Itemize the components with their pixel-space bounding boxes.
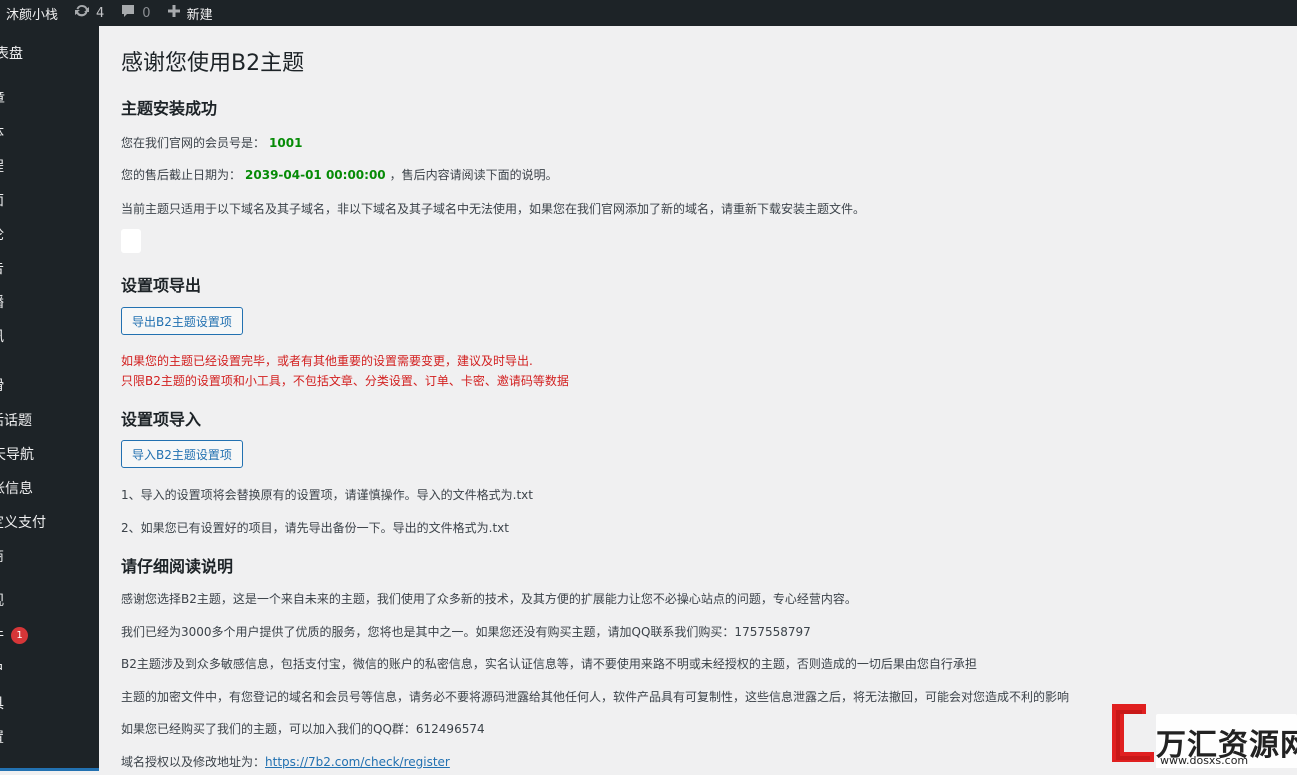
plugins-update-badge: 1 bbox=[11, 627, 28, 644]
sidebar-item-navigation[interactable]: 天导航 bbox=[0, 443, 99, 467]
updates-count: 4 bbox=[96, 5, 105, 21]
site-watermark: 万汇资源网 www.dosxs.com bbox=[1110, 696, 1297, 771]
sidebar-item-users[interactable]: 户 bbox=[0, 658, 99, 682]
readme-p2: 我们已经为3000多个用户提供了优质的服务，您将也是其中之一。如果您还没有购买主… bbox=[121, 625, 811, 639]
comments-count: 0 bbox=[142, 5, 151, 21]
domain-list-box bbox=[121, 229, 141, 253]
sidebar-item-3[interactable]: 程 bbox=[0, 155, 99, 179]
site-name: 沐颜小栈 bbox=[6, 7, 59, 23]
plus-icon bbox=[167, 4, 181, 22]
sidebar-item-7[interactable]: 播 bbox=[0, 291, 99, 315]
import-note-2: 2、如果您已有设置好的项目，请先导出备份一下。导出的文件格式为.txt bbox=[121, 521, 509, 535]
page-title: 感谢您使用B2主题 bbox=[121, 51, 305, 76]
register-link[interactable]: https://7b2.com/check/register bbox=[265, 755, 450, 769]
expire-line: 您的售后截止日期为： 2039-04-01 00:00:00 ，售后内容请阅读下面的… bbox=[121, 168, 558, 182]
sidebar-item-account-info[interactable]: 帐信息 bbox=[0, 477, 99, 501]
sidebar-item-tools[interactable]: 具 bbox=[0, 692, 99, 716]
new-label: 新建 bbox=[186, 7, 213, 23]
sidebar-item-settings[interactable]: 置 bbox=[0, 726, 99, 750]
member-id-line: 您在我们官网的会员号是： 1001 bbox=[121, 136, 303, 150]
refresh-icon bbox=[74, 3, 90, 23]
sidebar-item-plugins[interactable]: 件 1 bbox=[0, 624, 99, 648]
site-name-link[interactable]: 沐颜小栈 bbox=[0, 0, 66, 26]
export-warning-2: 只限B2主题的设置项和小工具，不包括文章、分类设置、订单、卡密、邀请码等数据 bbox=[121, 374, 569, 388]
sidebar-item-8[interactable]: 讯 bbox=[0, 325, 99, 349]
sidebar-item-6[interactable]: 告 bbox=[0, 257, 99, 281]
install-heading: 主题安装成功 bbox=[121, 99, 218, 118]
import-note-1: 1、导入的设置项将会替换原有的设置项，请谨慎操作。导入的文件格式为.txt bbox=[121, 488, 533, 502]
sidebar-item-comments[interactable]: 论 bbox=[0, 223, 99, 247]
readme-p5: 如果您已经购买了我们的主题，可以加入我们的QQ群：612496574 bbox=[121, 722, 485, 736]
sidebar-item-topics[interactable]: 活话题 bbox=[0, 409, 99, 433]
sidebar-item-14[interactable]: 商 bbox=[0, 545, 99, 569]
watermark-url: www.dosxs.com bbox=[1160, 754, 1249, 767]
expire-date: 2039-04-01 00:00:00 bbox=[245, 168, 386, 182]
sidebar-item-posts[interactable]: 章 bbox=[0, 87, 99, 111]
sidebar-item-pages[interactable]: 面 bbox=[0, 189, 99, 213]
sidebar-item-appearance[interactable]: 观 bbox=[0, 589, 99, 613]
readme-p6: 域名授权以及修改地址为：https://7b2.com/check/regist… bbox=[121, 755, 450, 769]
import-settings-button[interactable]: 导入B2主题设置项 bbox=[121, 440, 243, 468]
readme-p4: 主题的加密文件中，有您登记的域名和会员号等信息，请务必不要将源码泄露给其他任何人… bbox=[121, 690, 1070, 704]
sidebar-item-media[interactable]: 体 bbox=[0, 121, 99, 145]
sidebar-item-dashboard[interactable]: 表盘 bbox=[0, 42, 99, 66]
export-settings-button[interactable]: 导出B2主题设置项 bbox=[121, 307, 243, 335]
readme-p3: B2主题涉及到众多敏感信息，包括支付宝，微信的账户的私密信息，实名认证信息等，请… bbox=[121, 657, 977, 671]
sidebar-item-9[interactable]: 滑 bbox=[0, 374, 99, 398]
new-content-link[interactable]: 新建 bbox=[159, 0, 221, 26]
updates-link[interactable]: 4 bbox=[66, 0, 112, 26]
domain-note: 当前主题只适用于以下域名及其子域名，非以下域名及其子域名中无法使用，如果您在我们… bbox=[121, 202, 866, 216]
export-heading: 设置项导出 bbox=[121, 276, 202, 295]
comment-icon bbox=[120, 3, 136, 23]
readme-heading: 请仔细阅读说明 bbox=[121, 557, 234, 576]
admin-bar: 沐颜小栈 4 0 新建 bbox=[0, 0, 1297, 26]
member-id: 1001 bbox=[269, 136, 303, 150]
export-warning-1: 如果您的主题已经设置完毕，或者有其他重要的设置需要变更，建议及时导出. bbox=[121, 354, 533, 368]
import-heading: 设置项导入 bbox=[121, 410, 202, 429]
readme-p1: 感谢您选择B2主题，这是一个来自未来的主题，我们使用了众多新的技术，及其方便的扩… bbox=[121, 592, 857, 606]
sidebar-item-custom-payment[interactable]: 定义支付 bbox=[0, 511, 99, 535]
admin-sidebar: 表盘 章 体 程 面 论 告 播 讯 滑 活话题 天导航 帐信息 定义支付 商 … bbox=[0, 26, 99, 771]
comments-link[interactable]: 0 bbox=[112, 0, 158, 26]
